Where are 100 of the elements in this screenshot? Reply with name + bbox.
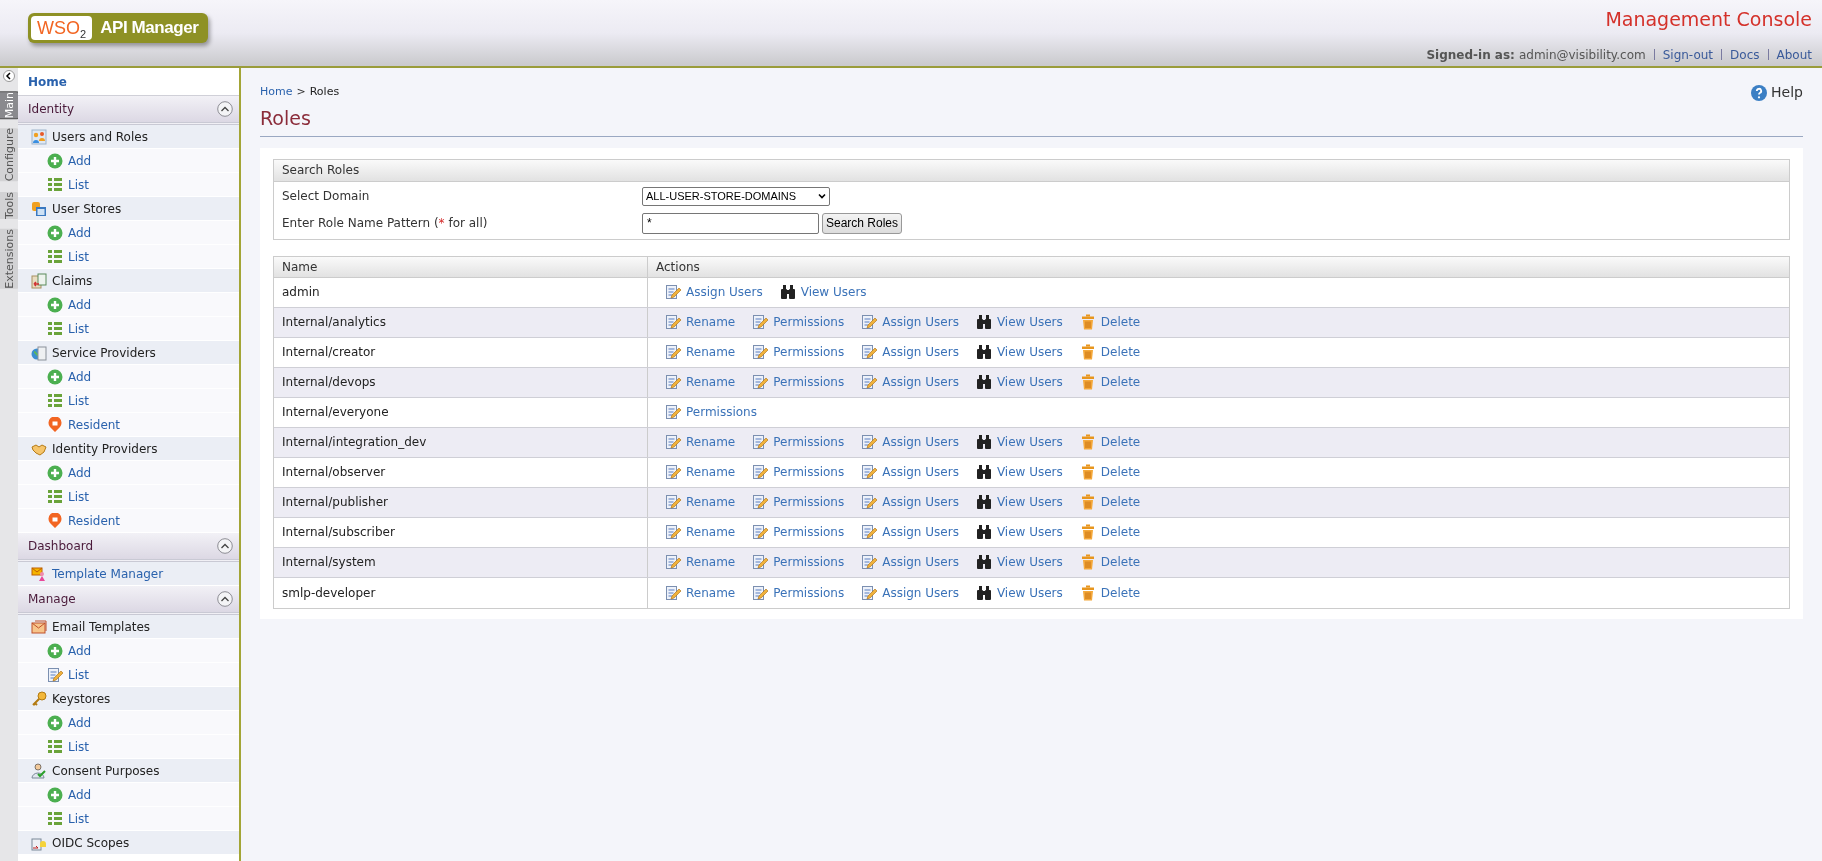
action-link[interactable]: Permissions — [752, 553, 845, 571]
menu-item[interactable]: Add — [18, 639, 239, 663]
section-header[interactable]: Dashboard — [18, 533, 239, 562]
menu-category[interactable]: Keystores — [18, 687, 239, 711]
help-link[interactable]: Help — [1751, 82, 1803, 103]
action-link[interactable]: Permissions — [752, 463, 845, 481]
action-link[interactable]: View Users — [975, 313, 1063, 331]
header-link[interactable]: About — [1776, 45, 1812, 64]
action-link[interactable]: Assign Users — [861, 523, 959, 541]
action-link[interactable]: Permissions — [752, 493, 845, 511]
action-link[interactable]: Delete — [1079, 313, 1141, 331]
header-link[interactable]: Docs — [1730, 45, 1760, 64]
breadcrumb-link[interactable]: Home — [260, 84, 293, 101]
side-tab[interactable]: Tools — [0, 191, 18, 219]
menu-item[interactable]: Add — [18, 783, 239, 807]
menu-item[interactable]: Add — [18, 221, 239, 245]
action-link[interactable]: Permissions — [752, 433, 845, 451]
menu-item[interactable]: Add — [18, 149, 239, 173]
action-link[interactable]: Rename — [665, 493, 736, 511]
action-link[interactable]: Assign Users — [861, 313, 959, 331]
action-link[interactable]: Delete — [1079, 523, 1141, 541]
menu-category[interactable]: Consent Purposes — [18, 759, 239, 783]
menu-item[interactable]: Add — [18, 365, 239, 389]
action-link[interactable]: Rename — [665, 463, 736, 481]
action-link[interactable]: Delete — [1079, 463, 1141, 481]
menu-item[interactable]: List — [18, 663, 239, 687]
menu-category[interactable]: Users and Roles — [18, 125, 239, 149]
action-link[interactable]: Delete — [1079, 553, 1141, 571]
menu-item[interactable]: List — [18, 807, 239, 831]
pencil-page-icon — [752, 494, 769, 510]
action-link[interactable]: Rename — [665, 373, 736, 391]
action-link[interactable]: View Users — [975, 373, 1063, 391]
action-link[interactable]: Rename — [665, 553, 736, 571]
action-link[interactable]: Permissions — [752, 583, 845, 602]
header-link[interactable]: Sign-out — [1662, 45, 1714, 64]
menu-category[interactable]: Template Manager — [18, 562, 239, 586]
action-link[interactable]: Permissions — [752, 313, 845, 331]
action-link[interactable]: Assign Users — [665, 283, 763, 301]
action-link[interactable]: Permissions — [665, 403, 757, 421]
menu-item[interactable]: Resident — [18, 413, 239, 437]
menu-item[interactable]: List — [18, 317, 239, 341]
action-link[interactable]: View Users — [975, 583, 1063, 602]
menu-category[interactable]: Email Templates — [18, 615, 239, 639]
action-link[interactable]: Delete — [1079, 373, 1141, 391]
menu-item[interactable]: Resident — [18, 509, 239, 533]
action-link[interactable]: Permissions — [752, 523, 845, 541]
side-tab[interactable]: Configure — [0, 128, 18, 182]
menu-item[interactable]: List — [18, 173, 239, 197]
action-link[interactable]: Assign Users — [861, 463, 959, 481]
side-tab[interactable]: Extensions — [0, 228, 18, 289]
collapse-sidebar-icon[interactable] — [3, 70, 15, 82]
action-link[interactable]: Rename — [665, 523, 736, 541]
action-link[interactable]: Permissions — [752, 343, 845, 361]
menu-item[interactable]: Add — [18, 461, 239, 485]
action-link[interactable]: View Users — [975, 523, 1063, 541]
action-link[interactable]: Assign Users — [861, 433, 959, 451]
action-link[interactable]: Rename — [665, 343, 736, 361]
section-header[interactable]: Identity — [18, 96, 239, 125]
menu-category[interactable]: Identity Providers — [18, 437, 239, 461]
action-link[interactable]: View Users — [975, 343, 1063, 361]
action-link[interactable]: Rename — [665, 313, 736, 331]
search-roles-button[interactable]: Search Roles — [822, 212, 903, 234]
action-link[interactable]: View Users — [975, 433, 1063, 451]
action-link[interactable]: Rename — [665, 583, 736, 602]
action-label: Permissions — [773, 344, 845, 361]
action-link[interactable]: Rename — [665, 433, 736, 451]
side-tab[interactable]: Main — [0, 92, 18, 119]
action-link[interactable]: View Users — [975, 553, 1063, 571]
menu-item[interactable]: Add — [18, 293, 239, 317]
domain-select[interactable]: ALL-USER-STORE-DOMAINS — [642, 186, 830, 206]
menu-item[interactable]: List — [18, 735, 239, 759]
collapse-icon[interactable] — [217, 591, 233, 607]
menu-category[interactable]: User Stores — [18, 197, 239, 221]
menu-item[interactable]: List — [18, 245, 239, 269]
action-link[interactable]: View Users — [975, 463, 1063, 481]
section-header[interactable]: Manage — [18, 586, 239, 615]
action-link[interactable]: Delete — [1079, 583, 1141, 602]
menu-category[interactable]: OIDC Scopes — [18, 831, 239, 855]
menu-item-label: Add — [68, 786, 92, 804]
menu-item[interactable]: List — [18, 485, 239, 509]
pencil-page-icon — [665, 284, 681, 300]
action-link[interactable]: Delete — [1079, 343, 1141, 361]
action-link[interactable]: Delete — [1079, 433, 1141, 451]
menu-category-label: Users and Roles — [52, 128, 148, 146]
menu-item[interactable]: Add — [18, 711, 239, 735]
action-link[interactable]: Assign Users — [861, 343, 959, 361]
action-link[interactable]: Assign Users — [861, 493, 959, 511]
collapse-icon[interactable] — [217, 101, 233, 117]
pattern-input[interactable]: * — [642, 212, 819, 234]
action-link[interactable]: View Users — [975, 493, 1063, 511]
action-link[interactable]: Delete — [1079, 493, 1141, 511]
collapse-icon[interactable] — [217, 538, 233, 554]
action-link[interactable]: Assign Users — [861, 583, 959, 602]
menu-item[interactable]: List — [18, 389, 239, 413]
action-link[interactable]: View Users — [779, 283, 867, 301]
action-link[interactable]: Permissions — [752, 373, 845, 391]
action-link[interactable]: Assign Users — [861, 553, 959, 571]
action-link[interactable]: Assign Users — [861, 373, 959, 391]
menu-category[interactable]: Service Providers — [18, 341, 239, 365]
menu-category[interactable]: Claims — [18, 269, 239, 293]
